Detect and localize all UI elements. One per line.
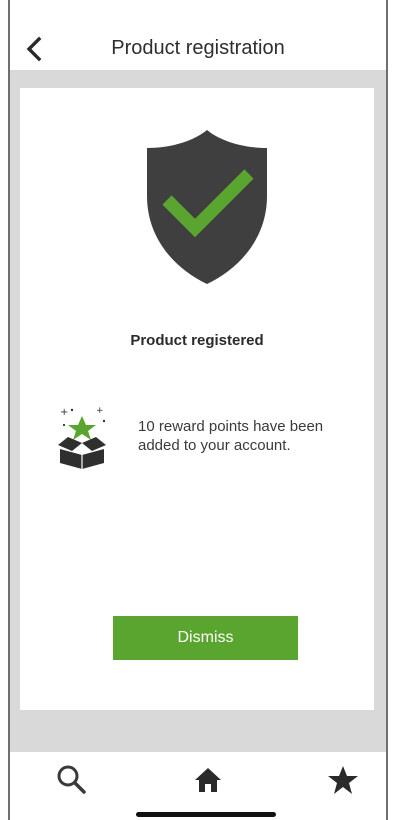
reward-message: 10 reward points have been added to your… — [138, 418, 324, 454]
home-indicator — [136, 812, 276, 817]
nav-favorites-button[interactable] — [323, 760, 363, 800]
status-title: Product registered — [130, 332, 264, 349]
page-title: Product registration — [111, 37, 285, 59]
dismiss-button[interactable]: Dismiss — [113, 616, 298, 660]
shield-check-icon — [147, 130, 267, 284]
nav-search-button[interactable] — [52, 760, 92, 800]
app-header: Product registration — [10, 0, 386, 70]
star-icon — [328, 766, 358, 794]
frame-border-right — [386, 0, 388, 820]
bottom-navigation — [10, 752, 386, 820]
svg-text:+: + — [60, 407, 68, 418]
search-icon — [57, 765, 86, 794]
home-icon — [195, 768, 221, 792]
svg-text:+: + — [96, 406, 104, 416]
phone-screen: Product registration Product registered … — [0, 0, 394, 820]
frame-border-left — [8, 0, 10, 820]
gift-box-star-icon: + + — [58, 406, 106, 469]
nav-home-button[interactable] — [188, 760, 228, 800]
